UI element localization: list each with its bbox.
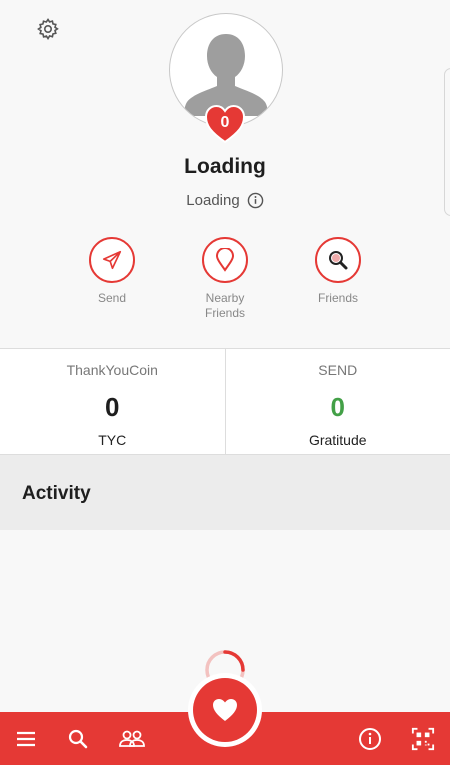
send-icon bbox=[102, 250, 122, 270]
status-text: Loading bbox=[186, 192, 240, 209]
qr-code-icon[interactable] bbox=[410, 727, 436, 751]
nearby-friends-label: Nearby Friends bbox=[204, 291, 245, 320]
send-action[interactable]: Send bbox=[67, 237, 157, 306]
heart-count: 0 bbox=[220, 114, 230, 131]
heart-icon bbox=[213, 699, 237, 721]
send-unit: Gratitude bbox=[308, 432, 367, 448]
status-row: Loading bbox=[0, 192, 450, 209]
coin-value: 0 bbox=[105, 392, 120, 422]
search-icon bbox=[329, 251, 348, 270]
heart-fab-button[interactable] bbox=[193, 678, 257, 742]
coin-unit: TYC bbox=[98, 432, 127, 448]
stats-panel: ThankYouCoin 0 TYC SEND 0 Gratitude bbox=[0, 348, 450, 455]
activity-title: Activity bbox=[22, 483, 91, 504]
gear-icon[interactable] bbox=[36, 17, 60, 41]
send-button[interactable] bbox=[89, 237, 135, 283]
send-label: Send bbox=[97, 291, 127, 305]
info-nav-icon[interactable] bbox=[358, 727, 382, 751]
send-title: SEND bbox=[318, 362, 358, 378]
search-nav-icon[interactable] bbox=[66, 727, 90, 751]
people-icon[interactable] bbox=[118, 727, 146, 751]
nearby-friends-action[interactable]: Nearby Friends bbox=[180, 237, 270, 321]
activity-header: Activity bbox=[0, 455, 450, 530]
friends-button[interactable] bbox=[315, 237, 361, 283]
send-value: 0 bbox=[330, 392, 345, 422]
friends-label: Friends bbox=[317, 291, 358, 305]
nearby-friends-button[interactable] bbox=[202, 237, 248, 283]
send-stat[interactable]: SEND 0 Gratitude bbox=[224, 349, 450, 454]
coin-title: ThankYouCoin bbox=[66, 362, 158, 378]
info-icon[interactable] bbox=[247, 192, 264, 209]
friends-action[interactable]: Friends bbox=[293, 237, 383, 306]
menu-icon[interactable] bbox=[14, 727, 38, 751]
profile-name: Loading bbox=[184, 155, 266, 178]
location-pin-icon bbox=[215, 248, 235, 272]
coin-stat[interactable]: ThankYouCoin 0 TYC bbox=[0, 349, 225, 454]
